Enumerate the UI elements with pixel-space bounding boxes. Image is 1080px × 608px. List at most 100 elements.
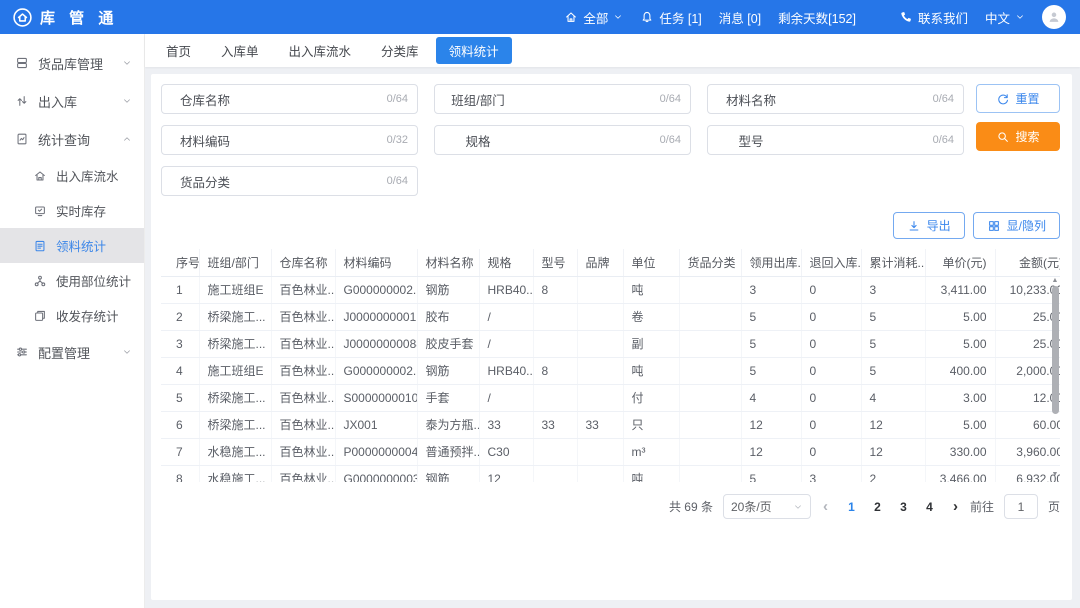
table-toolbar: 导出 显/隐列 [161,212,1060,239]
table-cell: G000000002... [335,357,417,384]
sidebar-item-usage-part-stats[interactable]: 使用部位统计 [0,263,144,298]
table-row[interactable]: 8水稳施工...百色林业...G0000000003钢筋12吨5323,466.… [161,465,1060,482]
table-cell: 3 [861,276,925,303]
table-cell: G0000000003 [335,465,417,482]
filter-label: 仓库名称 [162,90,248,109]
next-page-button[interactable]: › [951,498,960,515]
table-row[interactable]: 2桥梁施工...百色林业...J0000000001胶布/卷5055.0025.… [161,303,1060,330]
table-row[interactable]: 3桥梁施工...百色林业...J00000000088胶皮手套/副5055.00… [161,330,1060,357]
page-number-3[interactable]: 3 [892,498,915,516]
filter-material-name-input[interactable] [794,85,933,113]
table-cell [679,465,741,482]
sidebar-item-in-out[interactable]: 出入库 [0,82,144,120]
language-selector[interactable]: 中文 [985,8,1025,27]
column-header: 材料名称 [417,249,479,276]
table-cell: 400.00 [925,357,995,384]
topbar: 库 管 通 全部 任务 [1] 消息 [0] 剩余天数[152] 联系我们 [0,0,1080,34]
scrollbar-thumb[interactable] [1052,286,1059,414]
table-cell: 3.00 [925,384,995,411]
filter-material-code-input[interactable] [248,126,387,154]
table-cell: 泰为方瓶... [417,411,479,438]
filter-team-department-input[interactable] [521,85,660,113]
contact-link[interactable]: 联系我们 [899,8,968,27]
column-header: 退回入库... [801,249,861,276]
table-cell: 0 [801,384,861,411]
sidebar-item-stats-query[interactable]: 统计查询 [0,120,144,158]
column-header: 累计消耗... [861,249,925,276]
filter-spec-input[interactable] [521,126,660,154]
table-cell [679,357,741,384]
tab-category-store[interactable]: 分类库 [368,37,432,64]
page-number-1[interactable]: 1 [840,498,863,516]
main-area: 首页入库单出入库流水分类库领料统计 仓库名称0/64班组/部门0/64材料名称0… [145,34,1080,608]
table-cell: / [479,330,533,357]
filter-label: 班组/部门 [435,90,521,109]
sidebar-item-receive-send-stats[interactable]: 收发存统计 [0,298,144,333]
data-table: 序号班组/部门仓库名称材料编码材料名称规格型号品牌单位货品分类领用出库...退回… [161,249,1060,482]
download-icon [907,219,921,233]
page-number-4[interactable]: 4 [918,498,941,516]
avatar[interactable] [1042,5,1066,29]
total-count: 共 69 条 [669,498,713,515]
table-cell: 3 [741,276,801,303]
table-cell [679,384,741,411]
tab-home[interactable]: 首页 [153,37,204,64]
export-button[interactable]: 导出 [893,212,965,239]
table-cell: 4 [741,384,801,411]
sidebar-item-inout-flow[interactable]: 出入库流水 [0,158,144,193]
sidebar-item-label: 统计查询 [38,130,90,149]
search-button[interactable]: 搜索 [976,122,1060,151]
table-cell: 3,466.00 [925,465,995,482]
goto-page-input[interactable] [1004,494,1038,519]
table-cell [533,330,577,357]
tasks-link[interactable]: 任务 [1] [640,8,701,27]
table-cell: 桥梁施工... [199,330,271,357]
table-row[interactable]: 7水稳施工...百色林业...P0000000004普通预拌...C30m³12… [161,438,1060,465]
tab-material-stats[interactable]: 领料统计 [436,37,512,64]
table-cell [679,411,741,438]
filter-model-input[interactable] [794,126,933,154]
messages-link[interactable]: 消息 [0] [719,8,761,27]
scroll-down-icon[interactable]: ▼ [1052,470,1059,480]
warehouse-selector[interactable]: 全部 [564,8,623,27]
table-cell: 吨 [623,357,679,384]
table-row[interactable]: 4施工班组E百色林业...G000000002...钢筋HRB40...8吨50… [161,357,1060,384]
table-row[interactable]: 5桥梁施工...百色林业...S0000000010手套/付4043.0012.… [161,384,1060,411]
table-cell: 百色林业... [271,465,335,482]
in-out-icon [15,94,29,108]
sidebar-item-realtime-stock[interactable]: 实时库存 [0,193,144,228]
column-header: 单位 [623,249,679,276]
table-row[interactable]: 1施工班组E百色林业...G000000002...钢筋HRB40...8吨30… [161,276,1060,303]
filter-model: 型号0/64 [707,125,964,155]
table-cell: 施工班组E [199,276,271,303]
table-cell [679,438,741,465]
table-scrollbar[interactable]: ▲ ▼ [1050,276,1060,480]
app-body: 货品库管理出入库统计查询出入库流水实时库存领料统计使用部位统计收发存统计配置管理… [0,34,1080,608]
scroll-up-icon[interactable]: ▲ [1052,276,1059,286]
pagination: 共 69 条 20条/页 ‹ 1234 › 前往 页 [161,494,1060,519]
sidebar-item-config[interactable]: 配置管理 [0,333,144,371]
table-cell: 施工班组E [199,357,271,384]
sidebar-item-goods-warehouse[interactable]: 货品库管理 [0,44,144,82]
filter-label: 型号 [708,131,794,150]
scrollbar-track[interactable] [1051,286,1059,470]
reset-button[interactable]: 重置 [976,84,1060,113]
table-cell: 0 [801,411,861,438]
tab-inout-flow[interactable]: 出入库流水 [276,37,365,64]
toggle-columns-button[interactable]: 显/隐列 [973,212,1060,239]
table-cell: 6 [161,411,199,438]
page-size-select[interactable]: 20条/页 [723,494,811,519]
column-header: 规格 [479,249,533,276]
sidebar-item-material-stats[interactable]: 领料统计 [0,228,144,263]
filter-actions: 重置 搜索 [976,84,1060,151]
filter-goods-category-input[interactable] [248,167,387,195]
table-cell: 只 [623,411,679,438]
filter-warehouse-name-input[interactable] [248,85,387,113]
table-cell: / [479,384,533,411]
prev-page-button[interactable]: ‹ [821,498,830,515]
goto-label: 前往 [970,498,994,515]
table-cell [577,357,623,384]
tab-inbound-order[interactable]: 入库单 [208,37,272,64]
page-number-2[interactable]: 2 [866,498,889,516]
table-row[interactable]: 6桥梁施工...百色林业...JX001泰为方瓶...333333只120125… [161,411,1060,438]
